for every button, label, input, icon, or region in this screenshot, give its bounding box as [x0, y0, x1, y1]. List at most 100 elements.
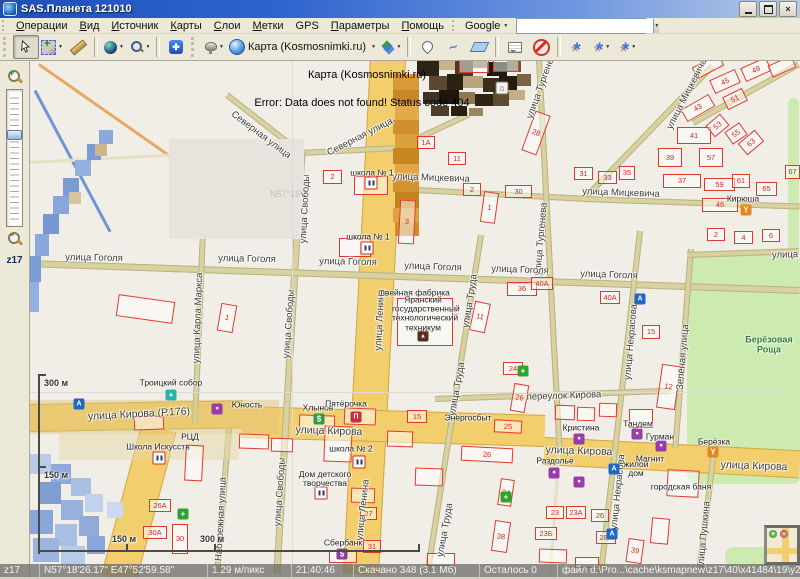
- minimap-zoom-in-button[interactable]: +: [769, 530, 777, 538]
- bus-icon: A: [74, 399, 85, 410]
- zoom-out-button[interactable]: −: [7, 231, 23, 247]
- toolbar-grip[interactable]: [3, 37, 11, 57]
- menu-item-параметры[interactable]: Параметры: [325, 20, 396, 32]
- poi-label: Энергосбыт: [444, 413, 491, 422]
- layers-button[interactable]: ▼: [378, 35, 404, 59]
- church-icon: +: [166, 390, 177, 401]
- placemark-manager-button[interactable]: [502, 35, 528, 59]
- map-tile-block: [107, 502, 123, 518]
- scale-tick: [418, 544, 420, 552]
- building: 25: [494, 419, 523, 433]
- globe-icon: [229, 39, 245, 55]
- map-canvas[interactable]: 4945514341535563395737596165674624631333…: [30, 61, 799, 577]
- chevron-down-icon: ▼: [654, 23, 659, 29]
- cart-violet-icon: ■: [549, 468, 560, 479]
- maximize-button[interactable]: [759, 1, 777, 17]
- toolbar-grip[interactable]: [452, 20, 458, 31]
- map-tile-block: [30, 256, 41, 282]
- street-label: переулок Кирова: [526, 389, 601, 403]
- close-button[interactable]: ×: [779, 1, 797, 17]
- scale-label: 300 м: [44, 378, 68, 388]
- search-input[interactable]: [517, 19, 653, 33]
- menu-item-слои[interactable]: Слои: [208, 20, 247, 32]
- menu-item-помощь[interactable]: Помощь: [395, 20, 450, 32]
- building: 2: [463, 183, 481, 196]
- building: [539, 549, 567, 564]
- menu-item-gps[interactable]: GPS: [290, 20, 325, 32]
- poi-label: Тандем: [623, 419, 653, 428]
- map-tile-block: [30, 510, 53, 534]
- poi-label: школа № 1: [350, 168, 393, 177]
- school-icon: [353, 456, 366, 469]
- menu-item-карты[interactable]: Карты: [164, 20, 207, 32]
- hide-marks-button[interactable]: [528, 35, 554, 59]
- zoom-slider-handle[interactable]: [7, 130, 22, 140]
- street-label: улица Гоголя: [580, 268, 638, 281]
- poi-label: школа № 2: [329, 444, 372, 453]
- google-menu[interactable]: Google ▼: [460, 20, 513, 32]
- minimap-road: [767, 548, 800, 554]
- zoom-tool-button[interactable]: ▼: [127, 35, 153, 59]
- ruler-tool-button[interactable]: [65, 35, 91, 59]
- building: 35: [619, 166, 635, 180]
- scale-tick: [38, 466, 46, 468]
- path-button[interactable]: ~: [440, 35, 466, 59]
- building: [415, 468, 444, 487]
- poi-label: Школа Искусств: [126, 442, 189, 451]
- chevron-down-icon: ▼: [219, 44, 224, 50]
- menu-item-вид[interactable]: Вид: [73, 20, 105, 32]
- chevron-down-icon: ▼: [371, 44, 376, 50]
- scale-ruler-horizontal: [38, 550, 420, 552]
- gps-button[interactable]: ▼: [201, 35, 227, 59]
- map-tile-block: [75, 160, 91, 176]
- map-source-label: Карта (Kosmosnimki.ru): [248, 41, 366, 53]
- pan-tool-button[interactable]: [13, 35, 39, 59]
- map-tile-block: [95, 144, 107, 156]
- map-viewport[interactable]: 4945514341535563395737596165674624631333…: [30, 61, 800, 577]
- menu-item-операции[interactable]: Операции: [10, 20, 73, 32]
- poi-label: РЦД: [181, 432, 199, 441]
- menu-item-источник[interactable]: Источник: [105, 20, 164, 32]
- status-bar: z17 N57°18'26.17" E47°52'59.58" 1.29 м/п…: [0, 564, 800, 577]
- building: 1А: [417, 136, 435, 149]
- minimize-icon: [745, 12, 752, 14]
- pharmacy-icon: +: [518, 366, 529, 377]
- polygon-icon: [469, 42, 489, 52]
- placemark-button[interactable]: [414, 35, 440, 59]
- fullscreen-button[interactable]: ✚: [163, 35, 189, 59]
- building: [555, 405, 576, 421]
- search-combobox[interactable]: ▼: [516, 18, 646, 34]
- selection-icon: [41, 40, 56, 55]
- toolbar-grip[interactable]: [191, 37, 199, 57]
- globe-view-button[interactable]: ▼: [101, 35, 127, 59]
- toolbar-grip[interactable]: [2, 20, 8, 31]
- map-tile-block: [99, 130, 113, 144]
- school-icon: [365, 177, 378, 190]
- building: 39: [658, 148, 682, 167]
- note-icon: [508, 42, 522, 53]
- download-button[interactable]: *: [564, 35, 590, 59]
- building: 30: [505, 185, 532, 198]
- selection-tool-button[interactable]: ▼: [39, 35, 65, 59]
- building: 40А: [600, 291, 620, 304]
- maximize-icon: [764, 5, 773, 14]
- building: 3: [398, 200, 416, 245]
- minimize-button[interactable]: [739, 1, 757, 17]
- school-icon: [153, 452, 166, 465]
- menu-item-метки[interactable]: Метки: [247, 20, 290, 32]
- zoom-in-button[interactable]: +: [7, 69, 23, 85]
- plus-icon: +: [9, 68, 14, 78]
- building: 15: [407, 410, 427, 423]
- minimap-zoom-out-button[interactable]: −: [780, 530, 788, 538]
- zoom-slider[interactable]: [6, 89, 23, 227]
- scale-label: 300 м: [200, 534, 224, 544]
- minimap-navigator[interactable]: + −: [764, 525, 800, 565]
- download-layers-button[interactable]: *▼: [616, 35, 642, 59]
- map-source-button[interactable]: Карта (Kosmosnimki.ru) ▼: [227, 35, 378, 59]
- map-tile-block: [517, 74, 531, 86]
- polygon-button[interactable]: [466, 35, 492, 59]
- download-mode-button[interactable]: *▼: [590, 35, 616, 59]
- poi-label: жилой дом: [618, 460, 654, 478]
- tile-watermark: N57°18'3: [270, 189, 307, 199]
- search-dropdown-button[interactable]: ▼: [653, 19, 659, 33]
